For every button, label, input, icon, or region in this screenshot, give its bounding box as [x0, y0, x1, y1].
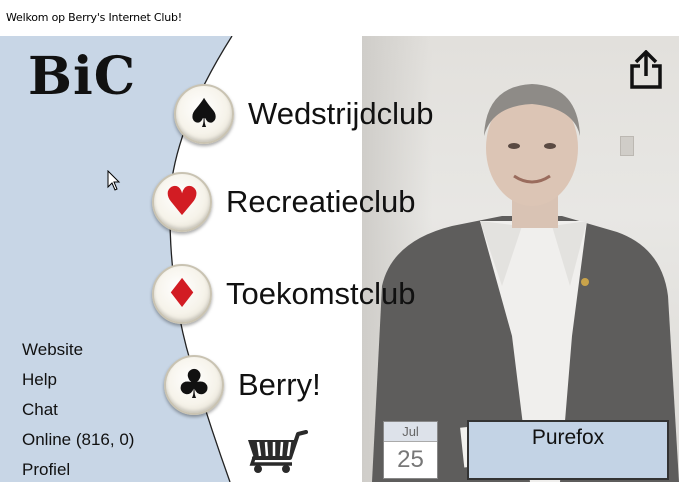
shopping-cart-icon[interactable]: [244, 428, 312, 474]
user-name: Purefox: [531, 426, 605, 449]
link-profiel[interactable]: Profiel: [22, 455, 134, 482]
menu-item-toekomstclub[interactable]: ♦ Toekomstclub: [152, 264, 416, 324]
app-window: Welkom op Berry's Internet Club! BiC ♠ W…: [0, 0, 679, 482]
menu-item-recreatieclub[interactable]: ♥ Recreatieclub: [152, 172, 416, 232]
menu-label-berry: Berry!: [238, 367, 321, 402]
bic-logo: BiC: [28, 46, 137, 107]
menu-item-wedstrijdclub[interactable]: ♠ Wedstrijdclub: [174, 84, 434, 144]
menu-item-berry[interactable]: ♣ Berry!: [164, 355, 321, 415]
link-help[interactable]: Help: [22, 365, 134, 395]
mouse-cursor-icon: [107, 170, 121, 191]
menu-label-wedstrijdclub: Wedstrijdclub: [248, 96, 434, 131]
diamond-icon[interactable]: ♦: [152, 264, 212, 324]
link-online[interactable]: Online (816, 0): [22, 425, 134, 455]
heart-icon[interactable]: ♥: [152, 172, 212, 232]
user-name-box[interactable]: Purefox: [467, 420, 669, 480]
spade-icon[interactable]: ♠: [174, 84, 234, 144]
share-icon[interactable]: [628, 50, 664, 90]
title-bar: Welkom op Berry's Internet Club!: [0, 0, 679, 36]
side-links: Website Help Chat Online (816, 0) Profie…: [22, 335, 134, 482]
club-icon[interactable]: ♣: [164, 355, 224, 415]
link-chat[interactable]: Chat: [22, 395, 134, 425]
date-day: 25: [397, 446, 424, 473]
date-widget: Jul 25: [383, 421, 438, 479]
window-title: Welkom op Berry's Internet Club!: [6, 11, 182, 24]
link-website[interactable]: Website: [22, 335, 134, 365]
menu-label-recreatieclub: Recreatieclub: [226, 184, 416, 219]
menu-label-toekomstclub: Toekomstclub: [226, 276, 416, 311]
date-month: Jul: [384, 422, 437, 442]
